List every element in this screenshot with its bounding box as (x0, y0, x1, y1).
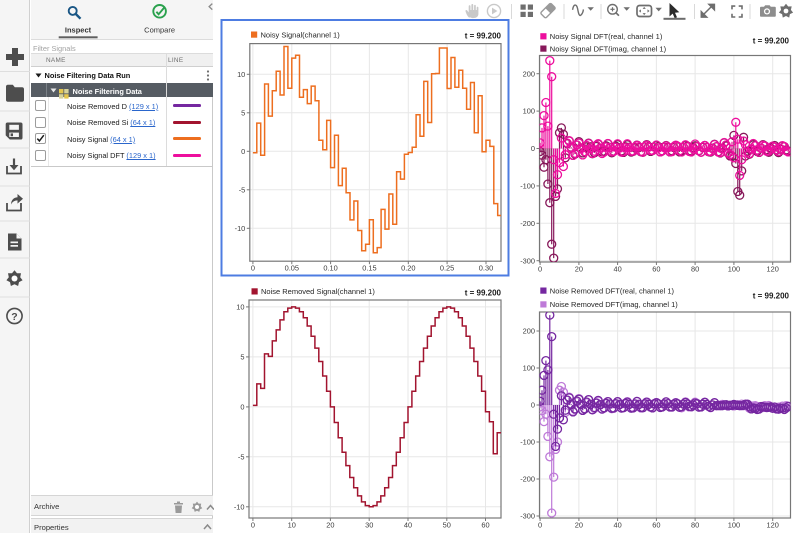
svg-text:40: 40 (613, 521, 621, 530)
svg-text:t = 99.200: t = 99.200 (753, 37, 790, 46)
svg-text:100: 100 (523, 107, 535, 116)
svg-text:50: 50 (443, 521, 451, 530)
svg-text:0.25: 0.25 (440, 264, 454, 273)
svg-text:0.10: 0.10 (323, 264, 337, 273)
svg-text:10: 10 (288, 521, 296, 530)
svg-text:5: 5 (240, 353, 244, 362)
svg-text:0: 0 (531, 144, 535, 153)
svg-text:Compare: Compare (144, 25, 175, 34)
svg-text:-100: -100 (520, 438, 535, 447)
svg-text:0.20: 0.20 (401, 264, 415, 273)
svg-text:Noisy Signal DFT(real, channel: Noisy Signal DFT(real, channel 1) (550, 32, 663, 41)
svg-text:-10: -10 (235, 224, 246, 233)
svg-text:40: 40 (404, 521, 412, 530)
svg-text:0.05: 0.05 (285, 264, 299, 273)
svg-text:-5: -5 (238, 452, 245, 461)
svg-text:-100: -100 (520, 182, 535, 191)
svg-text:-10: -10 (234, 502, 245, 511)
svg-text:30: 30 (365, 521, 373, 530)
svg-text:60: 60 (481, 521, 489, 530)
svg-text:-200: -200 (520, 475, 535, 484)
svg-text:100: 100 (728, 521, 740, 530)
svg-text:5: 5 (241, 108, 245, 117)
svg-text:Noise Removed DFT(real, channe: Noise Removed DFT(real, channel 1) (550, 286, 675, 295)
svg-text:120: 120 (767, 521, 779, 530)
svg-text:0: 0 (240, 403, 244, 412)
svg-text:200: 200 (523, 327, 535, 336)
svg-text:100: 100 (728, 265, 740, 274)
svg-text:0.15: 0.15 (362, 264, 376, 273)
svg-text:-200: -200 (520, 219, 535, 228)
svg-text:20: 20 (326, 521, 334, 530)
svg-text:80: 80 (691, 265, 699, 274)
svg-text:0: 0 (538, 521, 542, 530)
svg-text:Noisy Signal DFT(imag, channel: Noisy Signal DFT(imag, channel 1) (550, 44, 667, 53)
svg-text:-300: -300 (520, 256, 535, 265)
svg-text:0.30: 0.30 (479, 264, 493, 273)
svg-text:200: 200 (523, 69, 535, 78)
svg-text:Noisy Signal(channel 1): Noisy Signal(channel 1) (261, 30, 341, 39)
svg-text:40: 40 (613, 265, 621, 274)
svg-text:0: 0 (538, 265, 542, 274)
svg-text:t = 99.200: t = 99.200 (753, 292, 790, 301)
svg-text:-5: -5 (239, 185, 246, 194)
svg-text:10: 10 (237, 70, 245, 79)
svg-text:120: 120 (767, 265, 779, 274)
svg-text:t = 99.200: t = 99.200 (465, 288, 502, 297)
svg-text:0: 0 (531, 401, 535, 410)
svg-text:0: 0 (241, 147, 245, 156)
svg-text:60: 60 (652, 521, 660, 530)
svg-text:20: 20 (575, 265, 583, 274)
svg-text:0: 0 (251, 264, 255, 273)
svg-text:20: 20 (575, 521, 583, 530)
svg-text:Noise Removed DFT(imag, channe: Noise Removed DFT(imag, channel 1) (550, 300, 678, 309)
svg-text:10: 10 (236, 303, 244, 312)
svg-text:60: 60 (652, 265, 660, 274)
svg-text:t = 99.200: t = 99.200 (465, 32, 502, 41)
svg-text:100: 100 (523, 364, 535, 373)
svg-text:0: 0 (251, 521, 255, 530)
svg-text:Inspect: Inspect (65, 25, 92, 34)
svg-text:-300: -300 (520, 512, 535, 521)
svg-text:?: ? (11, 311, 17, 323)
svg-text:Noise Removed Signal(channel 1: Noise Removed Signal(channel 1) (261, 287, 375, 296)
svg-text:80: 80 (691, 521, 699, 530)
